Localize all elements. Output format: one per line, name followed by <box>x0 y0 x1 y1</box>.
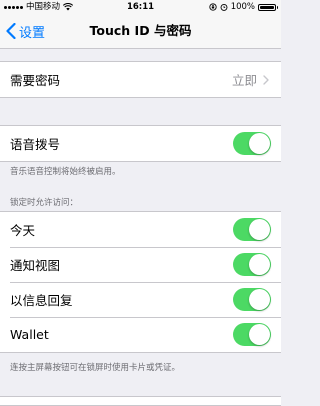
toggle-knob <box>249 324 270 345</box>
reply-with-message-toggle[interactable] <box>233 288 271 311</box>
require-passcode-detail: 立即 <box>232 70 269 89</box>
battery-percent: 100% <box>230 2 255 12</box>
passcode-group: 需要密码 立即 <box>0 61 281 98</box>
voice-dial-label: 语音拨号 <box>10 137 61 152</box>
lock-access-row-wallet: Wallet <box>0 317 281 352</box>
orientation-lock-icon <box>209 3 217 11</box>
voice-dial-footnote: 音乐语音控制将始终被启用。 <box>10 167 121 177</box>
page-title: Touch ID 与密码 <box>89 23 192 38</box>
toggle-knob <box>249 289 270 310</box>
voice-dial-group: 语音拨号 <box>0 125 281 162</box>
navigation-bar: 设置 Touch ID 与密码 <box>0 14 281 49</box>
lock-access-row-reply: 以信息回复 <box>0 282 281 317</box>
next-group-edge <box>0 396 281 406</box>
notification-view-label: 通知视图 <box>10 258 61 273</box>
status-right: 100% <box>209 0 278 14</box>
chevron-right-icon <box>263 74 269 85</box>
require-passcode-value: 立即 <box>231 73 257 88</box>
toggle-knob <box>249 254 270 275</box>
lock-access-group: 今天 通知视图 以信息回复 Wallet <box>0 211 281 353</box>
require-passcode-row[interactable]: 需要密码 立即 <box>0 62 281 97</box>
require-passcode-label: 需要密码 <box>10 73 61 88</box>
voice-dial-row: 语音拨号 <box>0 126 281 161</box>
voice-dial-toggle[interactable] <box>233 132 271 155</box>
wallet-label: Wallet <box>10 327 49 342</box>
lock-access-row-today: 今天 <box>0 212 281 247</box>
reply-with-message-label: 以信息回复 <box>10 293 73 308</box>
wallet-toggle[interactable] <box>233 323 271 346</box>
today-label: 今天 <box>10 223 36 238</box>
toggle-knob <box>249 219 270 240</box>
toggle-knob <box>249 133 270 154</box>
alarm-icon <box>220 3 228 11</box>
lock-access-header: 锁定时允许访问： <box>10 198 79 208</box>
battery-fill <box>260 5 274 9</box>
battery-icon <box>258 3 278 11</box>
lock-access-row-notifications: 通知视图 <box>0 247 281 282</box>
wallet-footnote: 连按主屏幕按钮可在锁屏时使用卡片或凭证。 <box>10 363 181 373</box>
notification-view-toggle[interactable] <box>233 253 271 276</box>
status-bar: 中国移动 16:11 100% <box>0 0 281 14</box>
today-toggle[interactable] <box>233 218 271 241</box>
